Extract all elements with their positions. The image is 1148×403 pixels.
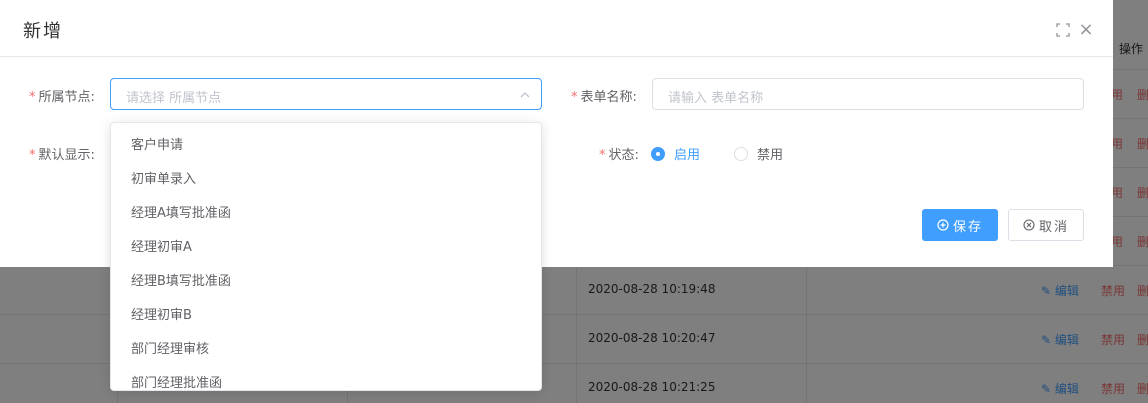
plus-circle-icon — [937, 219, 949, 231]
dropdown-option[interactable]: 经理初审A — [111, 231, 541, 265]
dropdown-option[interactable]: 经理A填写批准函 — [111, 197, 541, 231]
form-name-label-text: 表单名称: — [580, 90, 637, 105]
status-radio-enable[interactable]: 启用 — [651, 144, 700, 163]
dialog-title: 新增 — [23, 21, 63, 42]
radio-unchecked-icon — [734, 146, 748, 161]
dialog-header-divider — [0, 56, 1113, 57]
dropdown-option[interactable]: 初审单录入 — [111, 163, 541, 197]
default-show-label: * 默认显示: — [29, 144, 95, 163]
node-label-text: 所属节点: — [38, 90, 95, 105]
node-select[interactable]: 请选择 所属节点 — [110, 78, 542, 110]
chevron-up-icon — [520, 92, 530, 98]
required-mark: * — [571, 90, 578, 105]
dropdown-option[interactable]: 部门经理审核 — [111, 333, 541, 367]
node-label: * 所属节点: — [29, 86, 95, 105]
dropdown-option[interactable]: 经理B填写批准函 — [111, 265, 541, 299]
form-name-placeholder: 请输入 表单名称 — [668, 91, 764, 106]
dropdown-option[interactable]: 部门经理批准函 — [111, 367, 541, 390]
required-mark: * — [29, 90, 36, 105]
cancel-button-label: 取消 — [1038, 219, 1069, 235]
required-mark: * — [29, 148, 36, 163]
save-button[interactable]: 保存 — [922, 209, 998, 241]
form-name-input[interactable]: 请输入 表单名称 — [652, 78, 1084, 110]
status-radio-disable-label: 禁用 — [757, 148, 784, 163]
radio-checked-icon — [651, 146, 665, 161]
dropdown-option[interactable]: 客户申请 — [111, 129, 541, 163]
status-radio-disable[interactable]: 禁用 — [734, 144, 783, 163]
status-label-text: 状态: — [608, 148, 639, 163]
node-select-placeholder: 请选择 所属节点 — [126, 91, 222, 106]
close-icon[interactable]: × — [1078, 21, 1094, 39]
dropdown-option[interactable]: 经理初审B — [111, 299, 541, 333]
status-radio-enable-label: 启用 — [674, 148, 701, 163]
required-mark: * — [599, 148, 606, 163]
node-select-dropdown: 客户申请 初审单录入 经理A填写批准函 经理初审A 经理B填写批准函 经理初审B… — [110, 122, 542, 391]
save-button-label: 保存 — [952, 219, 983, 235]
default-show-label-text: 默认显示: — [38, 148, 95, 163]
close-circle-icon — [1023, 219, 1035, 231]
form-name-label: * 表单名称: — [571, 86, 637, 105]
status-label: * 状态: — [599, 144, 639, 163]
fullscreen-icon[interactable] — [1056, 23, 1070, 37]
cancel-button[interactable]: 取消 — [1008, 209, 1084, 241]
